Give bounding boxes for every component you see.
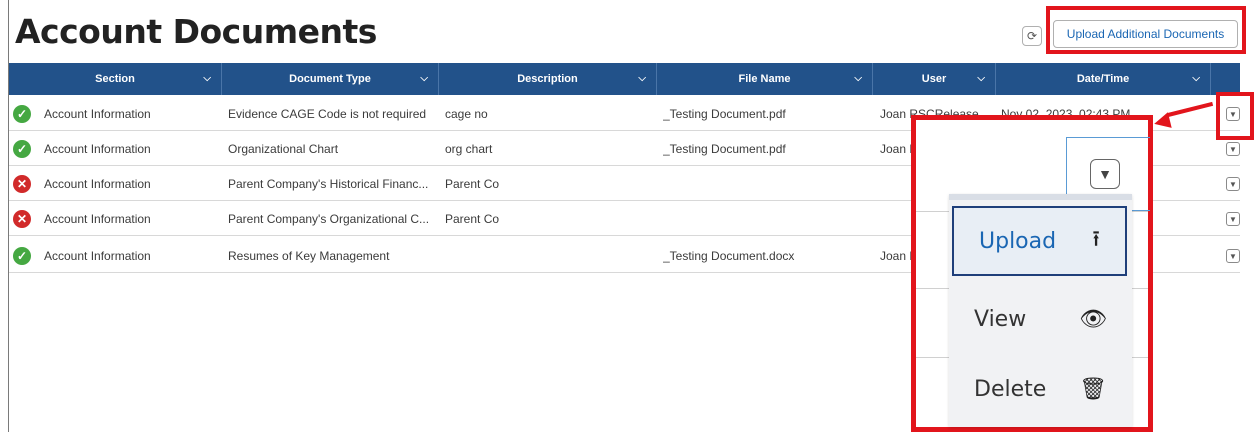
cell-document-type: Parent Company's Organizational C...	[228, 211, 430, 226]
x-icon: ✕	[13, 210, 31, 228]
zoomed-callout: ▼ Upload ⭱ View 👁 Delete 🗑	[911, 115, 1153, 432]
column-label: Section	[95, 73, 135, 85]
cell-description	[445, 238, 645, 273]
column-label: Document Type	[289, 73, 371, 85]
menu-item-label: View	[974, 306, 1027, 332]
check-icon: ✓	[13, 140, 31, 158]
column-header-section[interactable]: Section ⌵	[9, 63, 222, 95]
caret-down-icon: ▼	[1229, 214, 1237, 224]
cell-section: Account Information	[44, 211, 151, 226]
chevron-down-icon[interactable]: ⌵	[854, 73, 862, 84]
column-header-file-name[interactable]: File Name ⌵	[657, 63, 873, 95]
check-icon: ✓	[13, 247, 31, 265]
caret-down-icon: ▼	[1098, 166, 1112, 182]
column-label: Date/Time	[1076, 73, 1130, 85]
cell-document-type: Parent Company's Historical Financ...	[228, 176, 429, 191]
cell-description: org chart	[445, 141, 493, 156]
row-actions-button[interactable]: ▼	[1226, 212, 1240, 226]
column-header-description[interactable]: Description ⌵	[439, 63, 657, 95]
cell-section: Account Information	[44, 176, 151, 191]
chevron-down-icon[interactable]: ⌵	[638, 73, 646, 84]
chevron-down-icon[interactable]: ⌵	[977, 73, 985, 84]
menu-item-view[interactable]: View 👁	[949, 285, 1132, 353]
table-header: Section ⌵ Document Type ⌵ Description ⌵ …	[9, 63, 1240, 95]
trash-icon: 🗑	[1079, 376, 1107, 402]
row-actions-button-zoomed[interactable]: ▼	[1090, 159, 1120, 189]
column-header-user[interactable]: User ⌵	[873, 63, 996, 95]
row-actions-menu: Upload ⭱ View 👁 Delete 🗑	[949, 194, 1132, 427]
row-actions-button[interactable]: ▼	[1226, 142, 1240, 156]
cell-description: cage no	[445, 106, 488, 121]
highlight-box-upload-additional	[1046, 6, 1246, 54]
cell-section: Account Information	[44, 106, 151, 121]
caret-down-icon: ▼	[1229, 144, 1237, 154]
cell-file-name: _Testing Document.pdf	[663, 141, 786, 156]
chevron-down-icon[interactable]: ⌵	[420, 73, 428, 84]
refresh-icon: ⟳	[1026, 29, 1038, 43]
column-header-datetime[interactable]: Date/Time ⌵	[996, 63, 1211, 95]
cell-file-name: _Testing Document.pdf	[663, 106, 786, 121]
caret-down-icon: ▼	[1229, 251, 1237, 261]
cell-document-type: Evidence CAGE Code is not required	[228, 106, 427, 121]
column-header-document-type[interactable]: Document Type ⌵	[222, 63, 439, 95]
cell-document-type: Organizational Chart	[228, 141, 339, 156]
cell-section: Account Information	[44, 141, 151, 156]
caret-down-icon: ▼	[1229, 179, 1237, 189]
menu-item-delete[interactable]: Delete 🗑	[949, 355, 1132, 423]
cell-file-name: _Testing Document.docx	[663, 248, 795, 263]
column-label: Description	[517, 73, 578, 85]
column-label: File Name	[738, 73, 791, 85]
chevron-down-icon[interactable]: ⌵	[203, 73, 211, 84]
refresh-button[interactable]: ⟳	[1022, 26, 1042, 46]
chevron-down-icon[interactable]: ⌵	[1192, 73, 1200, 84]
upload-icon: ⭱	[1092, 227, 1100, 252]
row-actions-button[interactable]: ▼	[1226, 249, 1240, 263]
menu-item-label: Upload	[979, 228, 1057, 254]
menu-item-upload[interactable]: Upload ⭱	[952, 206, 1127, 276]
check-icon: ✓	[13, 105, 31, 123]
highlight-box-row-actions	[1216, 92, 1254, 140]
eye-icon: 👁	[1079, 306, 1107, 332]
cell-section: Account Information	[44, 248, 151, 263]
menu-item-label: Delete	[974, 376, 1047, 402]
cell-description: Parent Co	[445, 176, 500, 191]
page-title: Account Documents	[15, 12, 377, 51]
row-actions-button[interactable]: ▼	[1226, 177, 1240, 191]
cell-document-type: Resumes of Key Management	[228, 248, 390, 263]
x-icon: ✕	[13, 175, 31, 193]
cell-description: Parent Co	[445, 211, 500, 226]
column-label: User	[921, 73, 947, 85]
